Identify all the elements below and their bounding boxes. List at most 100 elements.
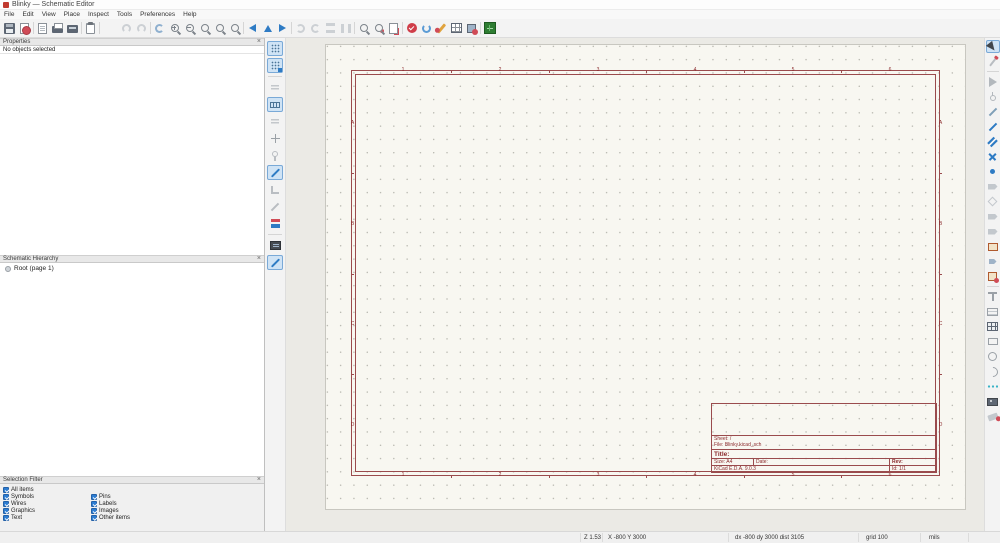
highlight-net-button[interactable]: [986, 55, 1000, 68]
navigate-back-button[interactable]: [245, 20, 260, 36]
text-tool-button[interactable]: [986, 290, 1000, 303]
free-angle-wires-button[interactable]: [267, 165, 283, 180]
place-power-button[interactable]: [986, 90, 1000, 103]
image-button[interactable]: [986, 395, 1000, 408]
zoom-out-button[interactable]: [182, 20, 197, 36]
units-display-button[interactable]: [267, 216, 283, 231]
window-title: Blinky — Schematic Editor: [12, 1, 94, 8]
crosshair-button[interactable]: [267, 131, 283, 146]
schematic-page[interactable]: 1 2 3 4 5 6 1 2 3 4 5 6 A B C D A B C D …: [325, 44, 966, 510]
circle-button[interactable]: [986, 350, 1000, 363]
text-box-button[interactable]: [986, 305, 1000, 318]
mirror-horizontal-button[interactable]: [338, 20, 353, 36]
close-icon[interactable]: ×: [257, 256, 261, 262]
hierarchy-navigator-button[interactable]: [267, 238, 283, 253]
zoom-in-button[interactable]: [167, 20, 182, 36]
show-hidden-pins-button[interactable]: [267, 148, 283, 163]
undo-button[interactable]: [119, 20, 134, 36]
sheet-pin-button[interactable]: [986, 255, 1000, 268]
assign-footprints-button[interactable]: [464, 20, 479, 36]
zoom-selection-button[interactable]: [227, 20, 242, 36]
rotate-cw-button[interactable]: [308, 20, 323, 36]
page-settings-button[interactable]: [35, 20, 50, 36]
refresh-view-button[interactable]: [152, 20, 167, 36]
redo-button[interactable]: [134, 20, 149, 36]
grid-overrides-button[interactable]: [267, 58, 283, 73]
zoom-fit-page-button[interactable]: [197, 20, 212, 36]
hierarchical-label-button[interactable]: [986, 225, 1000, 238]
wire-bus-entry-button[interactable]: [986, 135, 1000, 148]
schematic-canvas[interactable]: 1 2 3 4 5 6 1 2 3 4 5 6 A B C D A B C D …: [286, 38, 984, 531]
filter-labels[interactable]: Labels: [91, 501, 179, 507]
netclass-directive-button[interactable]: [986, 195, 1000, 208]
draw-wire-button[interactable]: [986, 105, 1000, 118]
menu-inspect[interactable]: Inspect: [84, 10, 113, 19]
filter-pins[interactable]: Pins: [91, 494, 179, 500]
mirror-vertical-button[interactable]: [323, 20, 338, 36]
bezier-button[interactable]: [986, 380, 1000, 393]
column-label: 1: [399, 67, 407, 73]
run-erc-button[interactable]: [404, 20, 419, 36]
simulator-button[interactable]: [419, 20, 434, 36]
delete-tool-button[interactable]: [986, 410, 1000, 423]
filter-other-items[interactable]: Other items: [91, 515, 179, 521]
filter-symbols[interactable]: Symbols: [3, 494, 91, 500]
paste-button[interactable]: [83, 20, 98, 36]
filter-wires[interactable]: Wires: [3, 501, 91, 507]
properties-panel-header[interactable]: Properties ×: [0, 38, 264, 46]
update-symbols-button[interactable]: [386, 20, 401, 36]
wires-90deg-button[interactable]: [267, 182, 283, 197]
hierarchical-sheet-button[interactable]: [986, 240, 1000, 253]
grid-ref-tick: [939, 274, 942, 275]
filter-label: Labels: [99, 501, 117, 507]
wires-45deg-button[interactable]: [267, 199, 283, 214]
annotate-button[interactable]: [434, 20, 449, 36]
schematic-setup-button[interactable]: [17, 20, 32, 36]
units-inches-button[interactable]: [267, 80, 283, 95]
find-button[interactable]: [356, 20, 371, 36]
menu-edit[interactable]: Edit: [18, 10, 37, 19]
save-button[interactable]: [2, 20, 17, 36]
menu-file[interactable]: File: [0, 10, 18, 19]
rectangle-button[interactable]: [986, 335, 1000, 348]
selection-tool-button[interactable]: [986, 40, 1000, 53]
text-button[interactable]: [986, 270, 1000, 283]
show-grid-button[interactable]: [267, 41, 283, 56]
filter-graphics[interactable]: Graphics: [3, 508, 91, 514]
menu-view[interactable]: View: [38, 10, 60, 19]
no-connect-button[interactable]: [986, 150, 1000, 163]
filter-images[interactable]: Images: [91, 508, 179, 514]
draw-bus-button[interactable]: [986, 120, 1000, 133]
menu-help[interactable]: Help: [179, 10, 200, 19]
global-label-button[interactable]: [986, 210, 1000, 223]
zoom-fit-objects-button[interactable]: [212, 20, 227, 36]
place-symbol-button[interactable]: [986, 75, 1000, 88]
menu-tools[interactable]: Tools: [113, 10, 136, 19]
symbol-fields-table-button[interactable]: [449, 20, 464, 36]
draw-free-angle-button[interactable]: [267, 255, 283, 270]
open-pcb-editor-button[interactable]: [482, 20, 497, 36]
selection-filter-header[interactable]: Selection Filter ×: [0, 476, 264, 484]
print-button[interactable]: [50, 20, 65, 36]
arc-button[interactable]: [986, 365, 1000, 378]
column-label: 3: [594, 67, 602, 73]
units-mils-button[interactable]: [267, 97, 283, 112]
filter-all-items[interactable]: All items: [3, 487, 91, 493]
find-replace-button[interactable]: [371, 20, 386, 36]
filter-text[interactable]: Text: [3, 515, 91, 521]
net-label-button[interactable]: [986, 180, 1000, 193]
table-button[interactable]: [986, 320, 1000, 333]
units-mm-button[interactable]: [267, 114, 283, 129]
statusbar-separator: [858, 533, 859, 542]
close-icon[interactable]: ×: [257, 39, 261, 45]
rotate-ccw-button[interactable]: [293, 20, 308, 36]
navigate-forward-button[interactable]: [275, 20, 290, 36]
hierarchy-root-item[interactable]: Root (page 1): [0, 263, 264, 272]
plot-button[interactable]: [65, 20, 80, 36]
menu-preferences[interactable]: Preferences: [136, 10, 179, 19]
close-icon[interactable]: ×: [257, 477, 261, 483]
navigate-up-button[interactable]: [260, 20, 275, 36]
menu-place[interactable]: Place: [60, 10, 84, 19]
junction-button[interactable]: [986, 165, 1000, 178]
hierarchy-panel-header[interactable]: Schematic Hierarchy ×: [0, 255, 264, 263]
